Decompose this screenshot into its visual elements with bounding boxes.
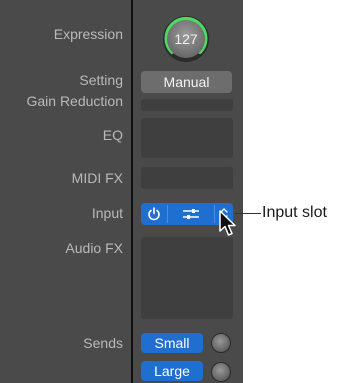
- gain-reduction-label: Gain Reduction: [26, 93, 123, 109]
- send-level-knob[interactable]: [211, 362, 231, 382]
- send-button-large[interactable]: Large: [141, 361, 203, 381]
- channel-strip: [0, 0, 243, 383]
- sliders-icon: [183, 209, 199, 219]
- gain-reduction-meter: [141, 99, 233, 111]
- audio-fx-slot[interactable]: [141, 237, 233, 319]
- sends-label: Sends: [83, 335, 123, 351]
- audio-fx-label: Audio FX: [65, 240, 123, 256]
- midi-fx-label: MIDI FX: [71, 170, 123, 186]
- eq-label: EQ: [102, 127, 123, 143]
- input-settings-button[interactable]: [168, 203, 214, 225]
- send-level-knob[interactable]: [211, 333, 231, 353]
- input-power-button[interactable]: [141, 203, 167, 225]
- setting-label: Setting: [79, 72, 123, 88]
- expression-value: 127: [174, 31, 198, 47]
- send-label-small: Small: [154, 335, 190, 351]
- power-icon: [148, 207, 160, 221]
- callout-line: [235, 213, 261, 214]
- setting-value: Manual: [163, 74, 210, 90]
- callout-label: Input slot: [262, 204, 327, 221]
- expression-label: Expression: [53, 26, 123, 42]
- pointer-cursor-icon: [219, 210, 236, 236]
- expression-knob[interactable]: 127: [167, 20, 205, 58]
- send-label-large: Large: [154, 363, 190, 379]
- setting-button[interactable]: Manual: [141, 71, 232, 93]
- eq-display[interactable]: [141, 118, 233, 158]
- input-label: Input: [91, 205, 123, 221]
- midi-fx-slot[interactable]: [141, 167, 233, 189]
- send-button-small[interactable]: Small: [141, 333, 203, 353]
- strip-divider: [131, 0, 133, 383]
